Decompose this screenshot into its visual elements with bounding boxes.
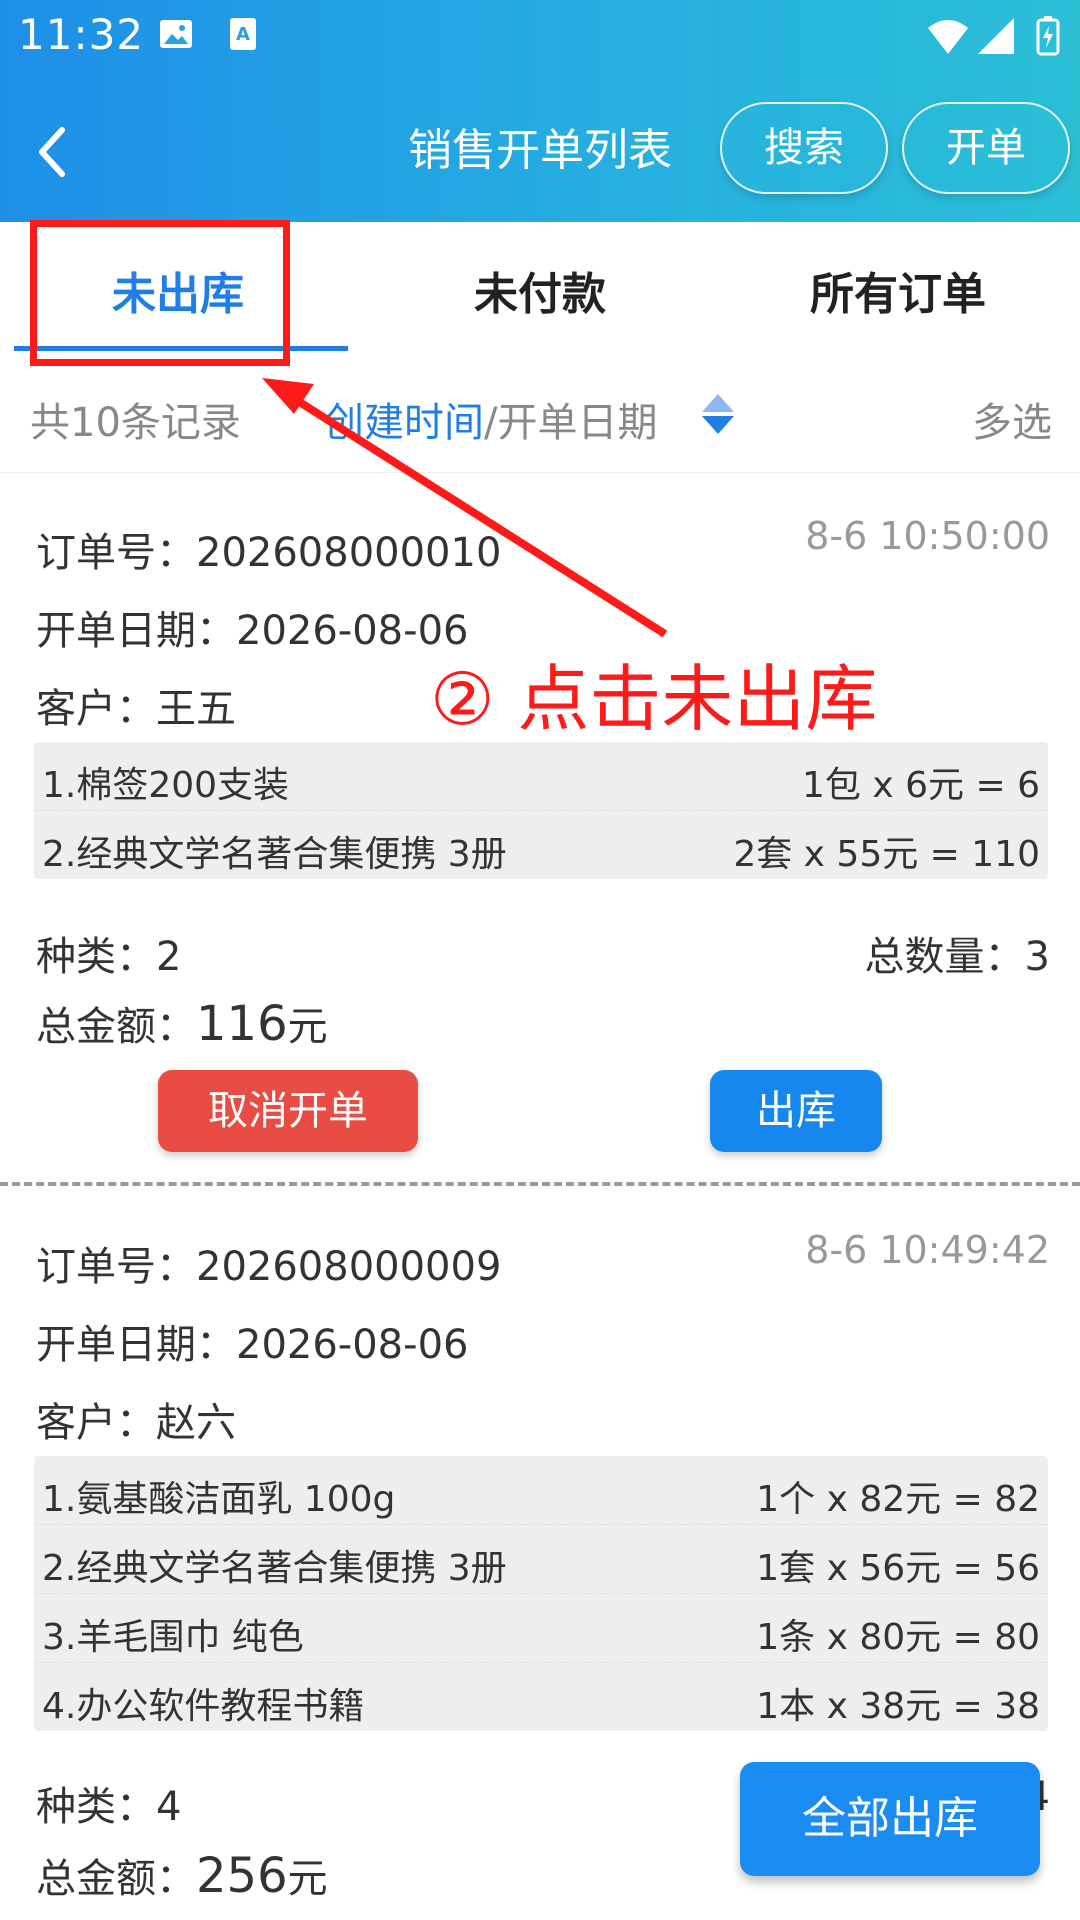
signal-icon bbox=[978, 18, 1014, 54]
app-header: 11:32 A 销售开单列表 搜索 开单 bbox=[0, 0, 1080, 222]
customer-label: 客户： bbox=[36, 686, 156, 732]
customer-name: 赵六 bbox=[156, 1400, 236, 1446]
total-unit: 元 bbox=[287, 1004, 328, 1050]
kinds-value: 4 bbox=[156, 1784, 182, 1830]
customer-row: 客户：赵六 bbox=[36, 1390, 236, 1448]
item-list: 1.氨基酸洁面乳 100g 1个 x 82元 = 82 2.经典文学名著合集便携… bbox=[34, 1456, 1048, 1731]
wifi-icon bbox=[928, 20, 968, 54]
list-item: 1.棉签200支装 1包 x 6元 = 6 bbox=[34, 742, 1048, 811]
order-number-label: 订单号： bbox=[36, 530, 196, 576]
list-item: 1.氨基酸洁面乳 100g 1个 x 82元 = 82 bbox=[34, 1456, 1048, 1525]
nav-bar: 销售开单列表 搜索 开单 bbox=[0, 100, 1080, 210]
multi-select-button[interactable]: 多选 bbox=[972, 390, 1052, 448]
order-card[interactable]: 订单号：202608000010 8-6 10:50:00 开单日期：2026-… bbox=[0, 472, 1080, 1182]
sort-arrows-icon[interactable] bbox=[700, 392, 736, 436]
tab-unpaid[interactable]: 未付款 bbox=[474, 258, 606, 322]
status-bar: 11:32 A bbox=[0, 0, 1080, 74]
customer-label: 客户： bbox=[36, 1400, 156, 1446]
status-time: 11:32 bbox=[18, 10, 145, 59]
item-list: 1.棉签200支装 1包 x 6元 = 6 2.经典文学名著合集便携 3册 2套… bbox=[34, 742, 1048, 879]
item-calc: 1本 x 38元 = 38 bbox=[756, 1686, 1040, 1727]
order-date: 2026-08-06 bbox=[236, 1322, 469, 1368]
item-calc: 2套 x 55元 = 110 bbox=[733, 834, 1040, 875]
kinds-row: 种类：4 bbox=[36, 1774, 181, 1832]
sort-toggle[interactable]: 创建时间/开单日期 bbox=[324, 390, 657, 448]
order-date-label: 开单日期： bbox=[36, 608, 236, 654]
ship-all-button[interactable]: 全部出库 bbox=[740, 1762, 1040, 1876]
order-date-label: 开单日期： bbox=[36, 1322, 236, 1368]
kinds-label: 种类： bbox=[36, 1784, 156, 1830]
item-calc: 1条 x 80元 = 80 bbox=[756, 1617, 1040, 1658]
total-amount: 116 bbox=[196, 996, 288, 1052]
back-arrow-icon[interactable] bbox=[32, 122, 72, 182]
item-calc: 1包 x 6元 = 6 bbox=[802, 765, 1040, 806]
order-time: 8-6 10:49:42 bbox=[805, 1228, 1050, 1272]
total-unit: 元 bbox=[287, 1856, 328, 1902]
tab-all-orders[interactable]: 所有订单 bbox=[810, 258, 986, 322]
battery-icon bbox=[1036, 16, 1060, 56]
total-row: 总金额：256元 bbox=[36, 1846, 328, 1904]
order-number-label: 订单号： bbox=[36, 1244, 196, 1290]
sort-alt-label[interactable]: /开单日期 bbox=[484, 400, 657, 446]
total-amount: 256 bbox=[196, 1848, 288, 1904]
text-notification-icon: A bbox=[230, 18, 256, 50]
kinds-value: 2 bbox=[156, 934, 182, 980]
order-number: 202608000010 bbox=[196, 530, 502, 576]
order-number-row: 订单号：202608000010 bbox=[36, 520, 501, 578]
list-item: 2.经典文学名著合集便携 3册 2套 x 55元 = 110 bbox=[34, 811, 1048, 879]
search-button[interactable]: 搜索 bbox=[720, 102, 888, 194]
quantity-label: 总数量： bbox=[864, 934, 1025, 980]
svg-text:A: A bbox=[236, 24, 250, 45]
order-number-row: 订单号：202608000009 bbox=[36, 1234, 501, 1292]
order-date-row: 开单日期：2026-08-06 bbox=[36, 1312, 468, 1370]
ship-button[interactable]: 出库 bbox=[710, 1070, 882, 1152]
item-name: 3.羊毛围巾 纯色 bbox=[42, 1617, 304, 1658]
order-number: 202608000009 bbox=[196, 1244, 502, 1290]
annotation-text: ② 点击未出库 bbox=[430, 657, 878, 741]
item-name: 1.氨基酸洁面乳 100g bbox=[42, 1479, 396, 1520]
image-notification-icon bbox=[160, 20, 192, 48]
item-name: 2.经典文学名著合集便携 3册 bbox=[42, 834, 507, 875]
filter-row: 共10条记录 创建时间/开单日期 多选 bbox=[0, 352, 1080, 473]
create-order-button[interactable]: 开单 bbox=[902, 102, 1070, 194]
customer-row: 客户：王五 bbox=[36, 676, 236, 734]
record-count: 共10条记录 bbox=[30, 400, 241, 446]
item-name: 1.棉签200支装 bbox=[42, 765, 290, 806]
sort-active-label[interactable]: 创建时间 bbox=[324, 400, 484, 446]
total-label: 总金额： bbox=[36, 1004, 196, 1050]
kinds-label: 种类： bbox=[36, 934, 156, 980]
quantity-value: 3 bbox=[1024, 934, 1050, 980]
customer-name: 王五 bbox=[156, 686, 236, 732]
list-item: 2.经典文学名著合集便携 3册 1套 x 56元 = 56 bbox=[34, 1525, 1048, 1594]
kinds-row: 种类：2 bbox=[36, 924, 181, 982]
quantity-row: 总数量：3 bbox=[865, 924, 1050, 982]
list-item: 3.羊毛围巾 纯色 1条 x 80元 = 80 bbox=[34, 1594, 1048, 1663]
annotation-highlight-box bbox=[30, 220, 290, 366]
cancel-order-button[interactable]: 取消开单 bbox=[158, 1070, 418, 1152]
order-time: 8-6 10:50:00 bbox=[805, 514, 1050, 558]
total-row: 总金额：116元 bbox=[36, 994, 328, 1052]
item-calc: 1个 x 82元 = 82 bbox=[756, 1479, 1040, 1520]
list-item: 4.办公软件教程书籍 1本 x 38元 = 38 bbox=[34, 1663, 1048, 1731]
order-date-row: 开单日期：2026-08-06 bbox=[36, 598, 468, 656]
item-name: 4.办公软件教程书籍 bbox=[42, 1686, 365, 1727]
item-name: 2.经典文学名著合集便携 3册 bbox=[42, 1548, 507, 1589]
item-calc: 1套 x 56元 = 56 bbox=[756, 1548, 1040, 1589]
page-title: 销售开单列表 bbox=[408, 125, 672, 176]
total-label: 总金额： bbox=[36, 1856, 196, 1902]
